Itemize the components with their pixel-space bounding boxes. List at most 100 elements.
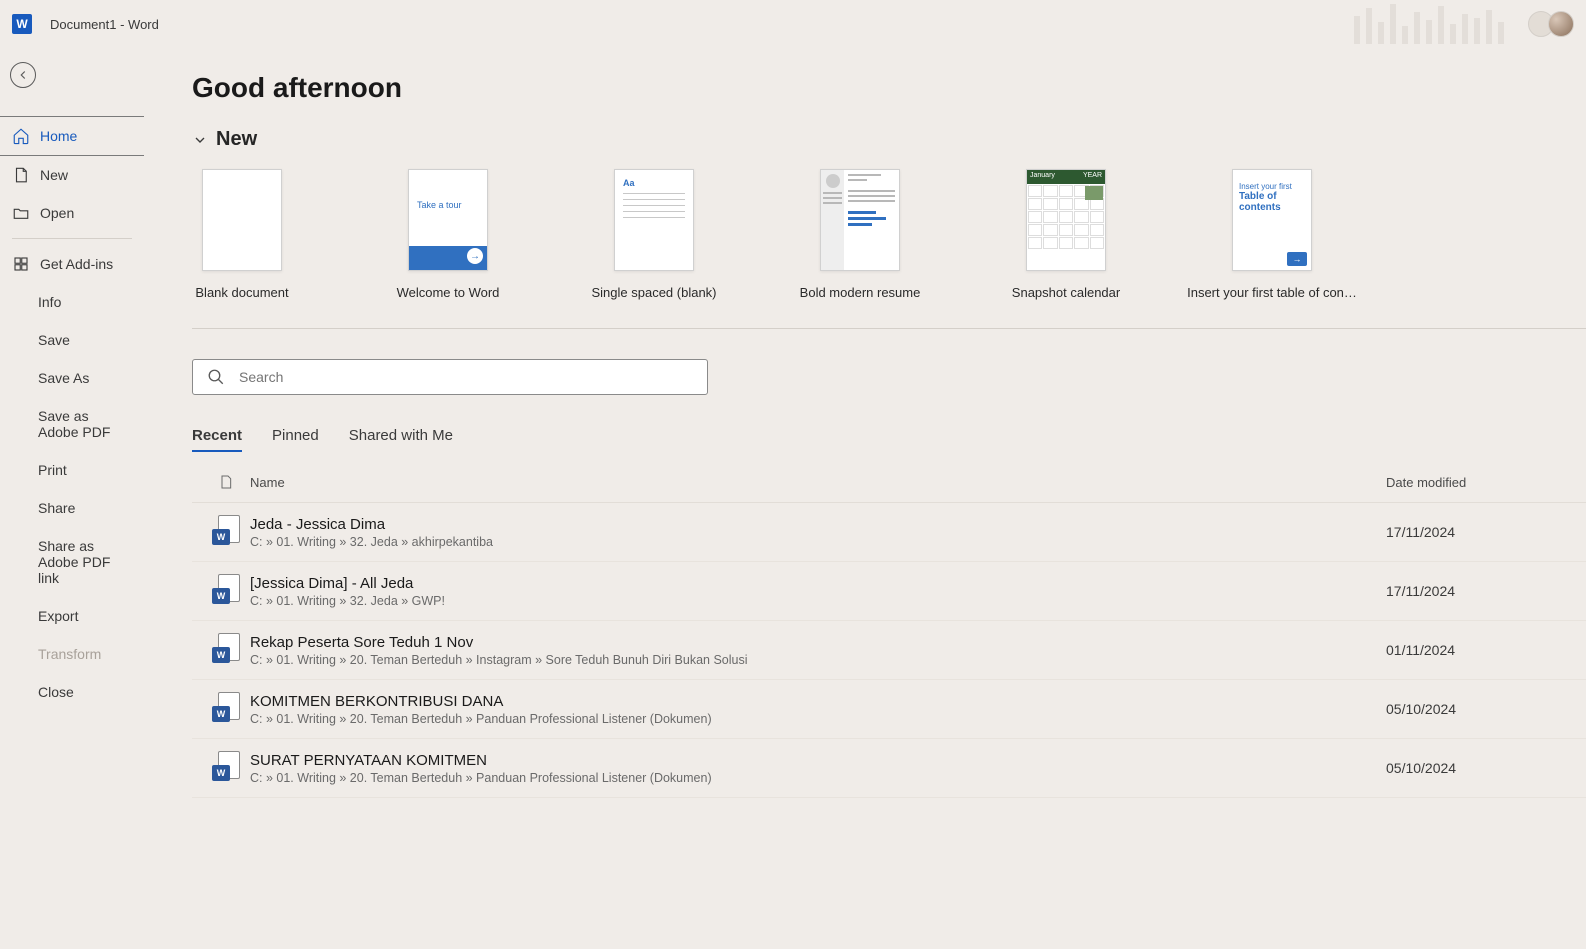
section-new-header[interactable]: New — [192, 128, 1586, 151]
nav-info-label: Info — [38, 294, 61, 310]
file-title: Rekap Peserta Sore Teduh 1 Nov — [250, 634, 1386, 651]
toc-line3: contents — [1239, 202, 1305, 213]
nav-get-addins-label: Get Add-ins — [40, 256, 113, 272]
template-welcome-label: Welcome to Word — [397, 285, 500, 300]
nav-new[interactable]: New — [0, 156, 144, 194]
col-date-header[interactable]: Date modified — [1386, 475, 1586, 490]
file-row[interactable]: W Jeda - Jessica Dima C: » 01. Writing »… — [192, 503, 1586, 562]
template-single-thumb: Aa — [614, 169, 694, 271]
nav-home[interactable]: Home — [0, 116, 144, 156]
nav-open[interactable]: Open — [0, 194, 144, 232]
toc-line2: Table of — [1239, 191, 1305, 202]
template-resume[interactable]: Bold modern resume — [820, 169, 900, 300]
file-tabs: Recent Pinned Shared with Me — [192, 427, 1586, 452]
divider — [192, 328, 1586, 329]
template-gallery: Blank document Take a tour Welcome to Wo… — [192, 169, 1586, 300]
file-icon — [12, 166, 30, 184]
nav-save-label: Save — [38, 332, 70, 348]
nav-share-adobe-label: Share as Adobe PDF link — [38, 538, 132, 586]
blue-band-icon — [409, 246, 487, 270]
template-calendar-label: Snapshot calendar — [1012, 285, 1120, 300]
template-welcome[interactable]: Take a tour Welcome to Word — [408, 169, 488, 300]
toc-line1: Insert your first — [1239, 182, 1305, 191]
file-title: [Jessica Dima] - All Jeda — [250, 575, 1386, 592]
nav-save[interactable]: Save — [0, 321, 144, 359]
word-doc-icon: W — [212, 751, 240, 785]
file-path: C: » 01. Writing » 32. Jeda » GWP! — [250, 594, 1386, 608]
nav-share[interactable]: Share — [0, 489, 144, 527]
file-title: KOMITMEN BERKONTRIBUSI DANA — [250, 693, 1386, 710]
nav-export[interactable]: Export — [0, 597, 144, 635]
template-blank-label: Blank document — [195, 285, 288, 300]
file-date: 01/11/2024 — [1386, 642, 1586, 658]
file-title: SURAT PERNYATAAN KOMITMEN — [250, 752, 1386, 769]
tab-recent[interactable]: Recent — [192, 427, 242, 452]
nav-export-label: Export — [38, 608, 78, 624]
nav-share-adobe[interactable]: Share as Adobe PDF link — [0, 527, 144, 597]
folder-open-icon — [12, 204, 30, 222]
titlebar: W Document1 - Word — [0, 0, 1586, 48]
file-path: C: » 01. Writing » 32. Jeda » akhirpekan… — [250, 535, 1386, 549]
user-avatar[interactable] — [1548, 11, 1574, 37]
search-input[interactable] — [239, 369, 693, 385]
template-calendar-thumb: January YEAR — [1026, 169, 1106, 271]
content-area: Good afternoon New Blank document Take a… — [144, 48, 1586, 949]
nav-open-label: Open — [40, 205, 74, 221]
home-icon — [12, 127, 30, 145]
file-date: 17/11/2024 — [1386, 583, 1586, 599]
nav-close-label: Close — [38, 684, 74, 700]
nav-save-as-label: Save As — [38, 370, 89, 386]
nav-save-as[interactable]: Save As — [0, 359, 144, 397]
nav-new-label: New — [40, 167, 68, 183]
arrow-left-icon — [16, 68, 30, 82]
nav-transform-label: Transform — [38, 646, 101, 662]
template-blank-thumb — [202, 169, 282, 271]
template-welcome-thumb: Take a tour — [408, 169, 488, 271]
decor-bars-icon — [1354, 4, 1504, 44]
word-doc-icon: W — [212, 633, 240, 667]
template-blank[interactable]: Blank document — [202, 169, 282, 300]
back-button[interactable] — [10, 62, 36, 88]
file-row[interactable]: W Rekap Peserta Sore Teduh 1 Nov C: » 01… — [192, 621, 1586, 680]
template-single-spaced[interactable]: Aa Single spaced (blank) — [614, 169, 694, 300]
file-icon — [218, 474, 234, 490]
template-toc-label: Insert your first table of con… — [1187, 285, 1357, 300]
template-toc[interactable]: Insert your first Table of contents → In… — [1232, 169, 1312, 300]
section-new-label: New — [216, 128, 257, 151]
file-path: C: » 01. Writing » 20. Teman Berteduh » … — [250, 653, 1386, 667]
template-calendar[interactable]: JanuaryYEAR Snapshot calendar — [1026, 169, 1106, 300]
template-resume-label: Bold modern resume — [800, 285, 921, 300]
greeting-heading: Good afternoon — [192, 72, 1586, 104]
tour-text: Take a tour — [409, 170, 487, 210]
table-header: Name Date modified — [192, 474, 1586, 503]
nav-share-label: Share — [38, 500, 75, 516]
chevron-down-icon — [192, 132, 208, 148]
window-title: Document1 - Word — [50, 17, 159, 32]
file-row[interactable]: W [Jessica Dima] - All Jeda C: » 01. Wri… — [192, 562, 1586, 621]
nav-print[interactable]: Print — [0, 451, 144, 489]
cal-year: YEAR — [1083, 172, 1102, 182]
cal-month: January — [1030, 172, 1055, 182]
file-list: W Jeda - Jessica Dima C: » 01. Writing »… — [192, 503, 1586, 798]
col-icon-header — [202, 474, 250, 490]
file-title: Jeda - Jessica Dima — [250, 516, 1386, 533]
nav-close[interactable]: Close — [0, 673, 144, 711]
file-date: 05/10/2024 — [1386, 760, 1586, 776]
word-logo-icon: W — [12, 14, 32, 34]
search-box[interactable] — [192, 359, 708, 395]
template-toc-thumb: Insert your first Table of contents → — [1232, 169, 1312, 271]
col-name-header[interactable]: Name — [250, 475, 1386, 490]
word-doc-icon: W — [212, 692, 240, 726]
nav-info[interactable]: Info — [0, 283, 144, 321]
file-date: 05/10/2024 — [1386, 701, 1586, 717]
file-path: C: » 01. Writing » 20. Teman Berteduh » … — [250, 712, 1386, 726]
file-path: C: » 01. Writing » 20. Teman Berteduh » … — [250, 771, 1386, 785]
tab-shared[interactable]: Shared with Me — [349, 427, 453, 452]
nav-get-addins[interactable]: Get Add-ins — [0, 245, 144, 283]
word-doc-icon: W — [212, 515, 240, 549]
file-row[interactable]: W KOMITMEN BERKONTRIBUSI DANA C: » 01. W… — [192, 680, 1586, 739]
arrow-circle-icon: → — [1287, 252, 1307, 266]
file-row[interactable]: W SURAT PERNYATAAN KOMITMEN C: » 01. Wri… — [192, 739, 1586, 798]
nav-save-adobe[interactable]: Save as Adobe PDF — [0, 397, 144, 451]
tab-pinned[interactable]: Pinned — [272, 427, 319, 452]
